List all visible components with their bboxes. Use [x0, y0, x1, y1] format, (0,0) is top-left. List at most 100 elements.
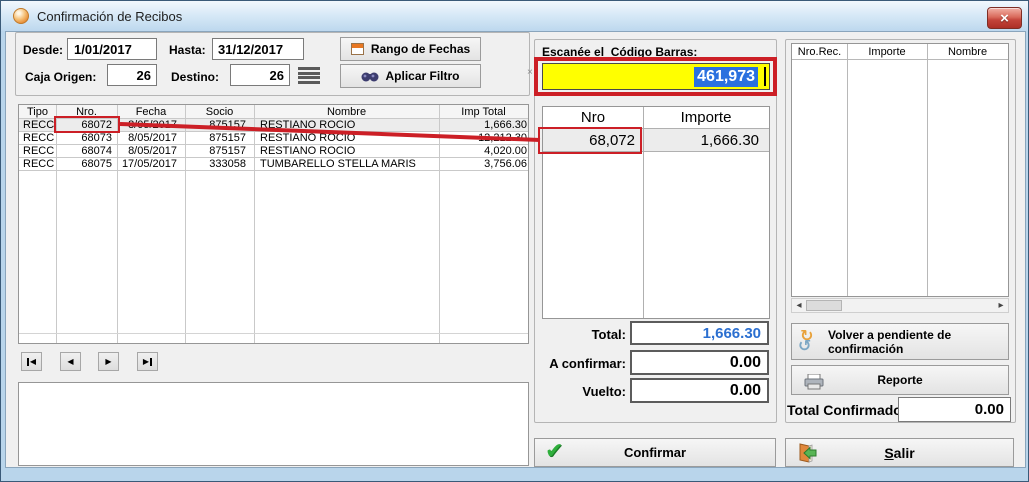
- caja-origen-label: Caja Origen:: [25, 70, 96, 84]
- a-confirmar-value: 0.00: [730, 354, 761, 372]
- column-divider: [643, 107, 644, 318]
- salir-button[interactable]: Salir: [785, 438, 1014, 467]
- destino-value: 26: [270, 68, 284, 83]
- scanned-table-header: Nro Importe: [543, 107, 769, 129]
- total-confirmado-value: 0.00: [975, 401, 1004, 418]
- vuelto-value: 0.00: [730, 382, 761, 400]
- calendar-icon: [351, 43, 364, 55]
- scanned-items-table[interactable]: Nro Importe 68,072 1,666.30: [542, 106, 770, 319]
- col-importe: Importe: [643, 109, 769, 126]
- reporte-button[interactable]: Reporte: [791, 365, 1009, 395]
- field-marker-icon: ×: [527, 67, 533, 78]
- receipts-table[interactable]: Tipo Nro. Fecha Socio Nombre Imp Total R…: [18, 104, 529, 344]
- menu-icon[interactable]: [298, 67, 320, 84]
- cell: 68,072: [543, 132, 643, 149]
- close-icon: ×: [1000, 10, 1009, 27]
- cell: 875157: [185, 145, 254, 157]
- barcode-value: 461,973: [694, 67, 758, 87]
- total-confirmado-field: 0.00: [898, 397, 1011, 422]
- desde-input[interactable]: 1/01/2017: [67, 38, 157, 60]
- app-window: Confirmación de Recibos × Desde: 1/01/20…: [0, 0, 1029, 482]
- destino-label: Destino:: [171, 70, 219, 84]
- total-confirmado-label: Total Confirmado:: [787, 402, 907, 418]
- column-divider: [439, 105, 440, 343]
- printer-icon: [804, 374, 824, 390]
- column-divider: [927, 44, 928, 296]
- vuelto-field: 0.00: [630, 378, 769, 403]
- cell: 68074: [56, 145, 117, 157]
- confirmar-button[interactable]: ✔ Confirmar: [534, 438, 776, 467]
- prev-record-button[interactable]: ◀: [60, 352, 81, 371]
- col-nro-rec: Nro.Rec.: [792, 46, 847, 58]
- confirmed-table[interactable]: Nro.Rec. Importe Nombre: [791, 43, 1009, 297]
- first-record-button[interactable]: ◀: [21, 352, 42, 371]
- cell: 68075: [56, 158, 117, 170]
- table-row[interactable]: RECC 68075 17/05/2017 333058 TUMBARELLO …: [19, 158, 528, 171]
- scroll-right-icon[interactable]: ▸: [994, 299, 1008, 312]
- cell: 1,666.30: [439, 119, 528, 131]
- cell: 333058: [185, 158, 254, 170]
- window-title: Confirmación de Recibos: [37, 9, 182, 24]
- cell: 68073: [56, 132, 117, 144]
- desde-label: Desde:: [23, 43, 63, 57]
- rango-de-fechas-label: Rango de Fechas: [371, 42, 470, 56]
- table-row[interactable]: RECC 68072 8/05/2017 875157 RESTIANO ROC…: [19, 119, 528, 132]
- cell: 1,666.30: [643, 132, 769, 149]
- bar: [27, 358, 29, 366]
- total-value: 1,666.30: [703, 325, 761, 342]
- col-socio: Socio: [185, 106, 254, 118]
- table-row[interactable]: 68,072 1,666.30: [543, 129, 769, 152]
- exit-door-icon: [796, 442, 818, 464]
- volver-pendiente-button[interactable]: ↻ ↺ Volver a pendiente de confirmación: [791, 323, 1009, 360]
- table-row[interactable]: RECC 68073 8/05/2017 875157 RESTIANO ROC…: [19, 132, 528, 145]
- column-divider: [185, 105, 186, 343]
- col-nro: Nro: [543, 109, 643, 126]
- col-imp-total: Imp Total: [439, 106, 528, 118]
- cell: 875157: [185, 132, 254, 144]
- desde-value: 1/01/2017: [74, 42, 132, 57]
- aplicar-filtro-button[interactable]: Aplicar Filtro: [340, 64, 481, 88]
- a-confirmar-field[interactable]: 0.00: [630, 350, 769, 375]
- caja-origen-input[interactable]: 26: [107, 64, 157, 86]
- rango-de-fechas-button[interactable]: Rango de Fechas: [340, 37, 481, 61]
- cell: 8/05/2017: [117, 119, 185, 131]
- cell: 3,756.06: [439, 158, 528, 170]
- binoculars-icon: [361, 70, 379, 82]
- scroll-left-icon[interactable]: ◂: [792, 299, 806, 312]
- cell: 8/05/2017: [117, 132, 185, 144]
- hasta-input[interactable]: 31/12/2017: [212, 38, 304, 60]
- total-field: 1,666.30: [630, 321, 769, 345]
- cell: 4,020.00: [439, 145, 528, 157]
- cell: RECC: [19, 132, 56, 144]
- cell: 8/05/2017: [117, 145, 185, 157]
- close-button[interactable]: ×: [987, 7, 1022, 29]
- table-row[interactable]: RECC 68074 8/05/2017 875157 RESTIANO ROC…: [19, 145, 528, 158]
- barcode-input[interactable]: 461,973: [542, 63, 770, 90]
- col-nombre: Nombre: [927, 46, 1008, 58]
- vuelto-label: Vuelto:: [529, 384, 626, 399]
- cell: RESTIANO ROCIO: [254, 132, 439, 144]
- col-nro: Nro.: [56, 106, 117, 118]
- hasta-value: 31/12/2017: [218, 42, 283, 57]
- cell: RECC: [19, 158, 56, 170]
- cell: RECC: [19, 145, 56, 157]
- total-label: Total:: [534, 327, 626, 342]
- horizontal-scrollbar[interactable]: ◂ ▸: [791, 298, 1009, 313]
- scan-label: Escanée el Código Barras:: [542, 45, 697, 59]
- caja-origen-value: 26: [137, 68, 151, 83]
- scroll-thumb[interactable]: [806, 300, 842, 311]
- destino-input[interactable]: 26: [230, 64, 290, 86]
- refresh-icon: ↻ ↺: [798, 330, 820, 354]
- first-record-icon: ◀: [30, 357, 36, 366]
- message-box[interactable]: [18, 382, 529, 466]
- reporte-label: Reporte: [877, 373, 922, 387]
- receipts-table-header: Tipo Nro. Fecha Socio Nombre Imp Total: [19, 105, 528, 119]
- hasta-label: Hasta:: [169, 43, 206, 57]
- cell: RESTIANO ROCIO: [254, 145, 439, 157]
- text-caret: [764, 67, 766, 86]
- last-record-icon: ▶: [143, 357, 149, 366]
- next-record-button[interactable]: ▶: [98, 352, 119, 371]
- last-record-button[interactable]: ▶: [137, 352, 158, 371]
- column-divider: [117, 105, 118, 343]
- prev-record-icon: ◀: [67, 357, 73, 366]
